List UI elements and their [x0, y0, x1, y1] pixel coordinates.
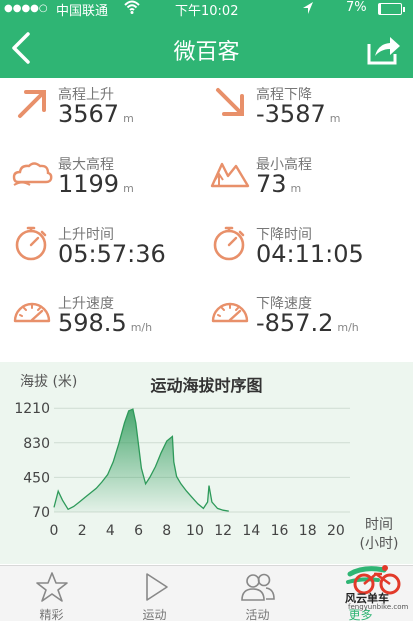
- chart-title: 运动海拔时序图: [150, 376, 263, 395]
- descent-arrow-icon: [216, 88, 244, 116]
- stat-descent-speed: 下降速度 -857.2 m/h: [210, 291, 400, 351]
- cloud-icon: [12, 162, 53, 186]
- chart-x-tick-label: 18: [299, 523, 317, 539]
- stat-value: -3587 m: [256, 100, 341, 128]
- stat-ascent-speed: 上升速度 598.5 m/h: [12, 291, 202, 351]
- chart-y-tick-label: 70: [32, 505, 50, 521]
- carrier-name: 中国联通: [56, 4, 109, 19]
- chart-x-tick-label: 10: [186, 523, 204, 539]
- stat-elevation-gain: 高程上升 3567 m: [12, 82, 202, 142]
- wifi-icon: [124, 0, 140, 14]
- speedometer-icon: [13, 302, 51, 323]
- chart-x-tick-label: 14: [242, 523, 260, 539]
- stat-value: 1199 m: [58, 170, 134, 198]
- star-icon: [35, 572, 68, 602]
- ascent-arrow-icon: [18, 90, 46, 118]
- brand-url: fengyunbike.com: [348, 603, 409, 611]
- tab-label: 运动: [142, 608, 167, 622]
- people-icon: [240, 573, 275, 601]
- stat-ascent-time: 上升时间 05:57:36: [12, 222, 202, 282]
- battery-icon: [378, 3, 405, 15]
- tab-highlights[interactable]: 精彩: [0, 566, 103, 622]
- chart-area-fill: [54, 409, 229, 512]
- stat-value: -857.2 m/h: [256, 309, 359, 337]
- chart-y-tick-label: 1210: [14, 401, 50, 417]
- status-time: 下午10:02: [175, 4, 239, 19]
- chart-x-axis-title-line: 时间: [365, 517, 393, 533]
- stat-min-elevation: 最小高程 73 m: [210, 152, 400, 212]
- chart-y-tick-label: 450: [23, 470, 50, 486]
- tab-activities[interactable]: 活动: [206, 566, 309, 622]
- stat-elevation-loss: 高程下降 -3587 m: [210, 82, 400, 142]
- chart-x-tick-label: 16: [271, 523, 289, 539]
- chart-y-tick-label: 830: [23, 436, 50, 452]
- chart-x-axis-title: 时间 (小时): [357, 516, 401, 554]
- stat-value: 05:57:36: [58, 240, 166, 268]
- elevation-chart: 70 450 830 1210 0 2 4 6 8 10 12 14 16 18 20 海拔 (米) 运动海…: [0, 362, 413, 564]
- stat-value: 3567 m: [58, 100, 134, 128]
- tab-label: 活动: [245, 608, 270, 622]
- battery-percent: 7%: [346, 0, 367, 15]
- stat-max-elevation: 最大高程 1199 m: [12, 152, 202, 212]
- page-title: 微百客: [173, 40, 240, 65]
- chart-x-tick-label: 0: [50, 523, 59, 539]
- stat-descent-time: 下降时间 04:11:05: [210, 222, 400, 282]
- stat-value: 598.5 m/h: [58, 309, 153, 337]
- speedometer-icon: [211, 302, 249, 323]
- chart-x-tick-label: 8: [162, 523, 171, 539]
- share-button[interactable]: [366, 32, 402, 66]
- stat-value: 04:11:05: [256, 240, 364, 268]
- chart-x-tick-label: 12: [214, 523, 232, 539]
- stopwatch-icon: [15, 226, 47, 261]
- tab-sport[interactable]: 运动: [103, 566, 206, 622]
- chart-x-axis-title-line: (小时): [359, 536, 399, 552]
- tab-label: 精彩: [39, 608, 64, 622]
- stopwatch-icon: [213, 226, 245, 261]
- chart-x-tick-label: 6: [134, 523, 143, 539]
- status-bar: ●●●●○ 中国联通 下午10:02 7%: [0, 0, 413, 19]
- chart-x-tick-label: 20: [327, 523, 345, 539]
- nav-bar: 微百客: [0, 18, 413, 78]
- chart-x-tick-label: 4: [106, 523, 115, 539]
- stat-value: 73 m: [256, 170, 302, 198]
- mountain-icon: [210, 162, 250, 188]
- chart-x-tick-label: 2: [78, 523, 87, 539]
- location-arrow-icon: [303, 2, 313, 14]
- play-icon: [145, 573, 168, 601]
- signal-strength: ●●●●○: [4, 3, 48, 14]
